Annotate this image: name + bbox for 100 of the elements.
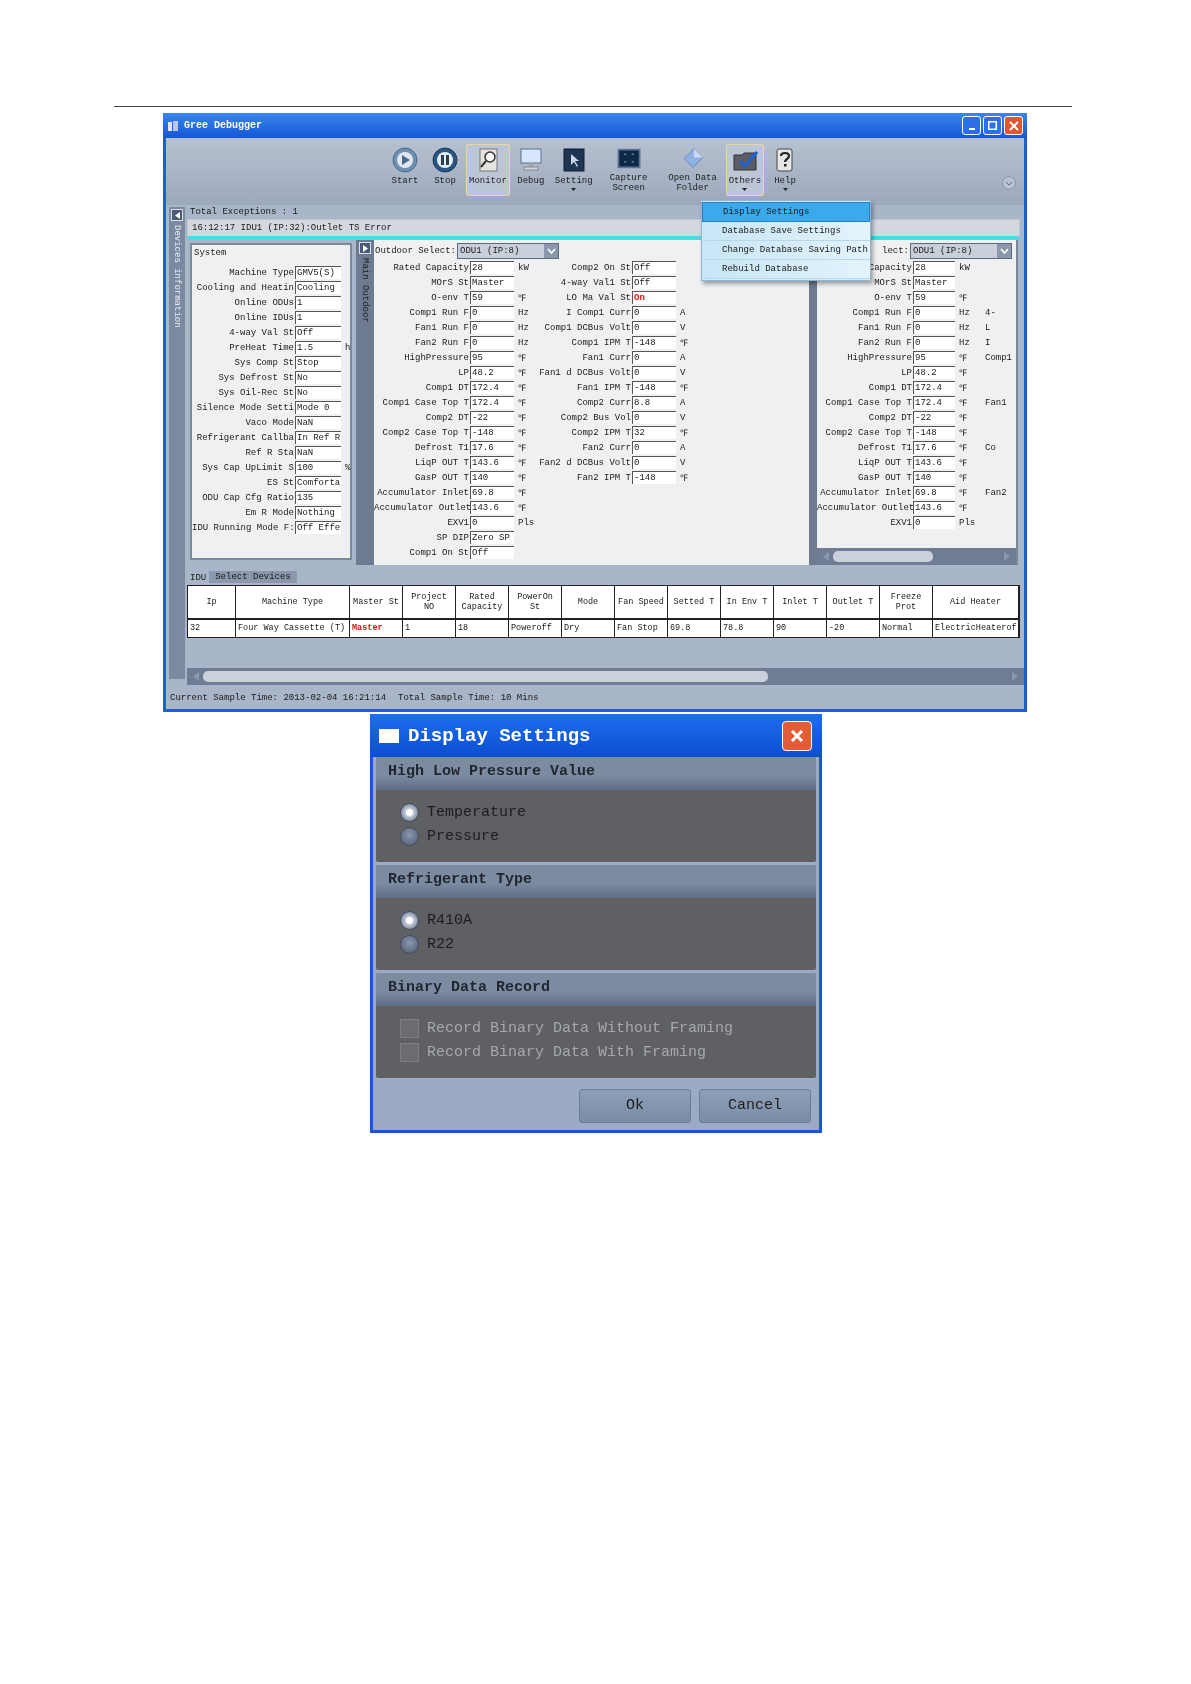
unit-label: ℉ <box>517 383 527 394</box>
option-label: Pressure <box>427 827 499 845</box>
column-header[interactable]: Mode <box>562 586 615 620</box>
minimize-button[interactable] <box>962 116 981 135</box>
toolbar-button[interactable]: Setting <box>551 144 596 196</box>
field-label: Defrost T1 <box>857 442 913 453</box>
column-header[interactable]: Outlet T <box>827 586 880 620</box>
field-label: Ref R Sta <box>244 447 295 458</box>
column-header[interactable]: Inlet T <box>774 586 827 620</box>
side-panel-tab[interactable]: Main Outdoor <box>356 240 374 565</box>
field-label: Defrost T1 <box>414 442 470 453</box>
radio-button[interactable] <box>400 934 419 954</box>
field-label: Fan1 Run F <box>857 322 913 333</box>
field-label: Comp1 Case Top T <box>824 397 913 408</box>
menu-item[interactable]: Rebuild Database <box>702 260 870 279</box>
option-label: R410A <box>427 911 472 929</box>
right-arrow-icon <box>1012 672 1018 681</box>
close-button[interactable] <box>1004 116 1023 135</box>
scrollbar-thumb[interactable] <box>833 551 933 562</box>
column-header[interactable]: Rated Capacity <box>456 586 509 620</box>
field-label: Comp2 IPM T <box>570 427 632 438</box>
value-field: 0 <box>913 321 955 334</box>
horizontal-scrollbar[interactable] <box>187 668 1024 685</box>
field-label: Comp1 DT <box>424 382 470 393</box>
tab[interactable]: Select Devices <box>209 571 297 583</box>
field-label: Machine Type <box>228 267 295 278</box>
field-label: MOrS St <box>873 277 913 288</box>
radio-button[interactable] <box>400 826 419 846</box>
field-label: Comp1 IPM T <box>570 337 632 348</box>
close-icon <box>1008 120 1019 131</box>
column-header[interactable]: Setted T <box>668 586 721 620</box>
value-field: No <box>295 386 341 399</box>
field-label: HighPressure <box>846 352 913 363</box>
close-button[interactable] <box>782 720 812 751</box>
column-header[interactable]: Machine Type <box>236 586 350 620</box>
value-field: 172.4 <box>470 381 514 394</box>
value-field: Master <box>470 276 514 289</box>
value-field: 0 <box>470 336 514 349</box>
field-label: Comp2 Curr <box>576 397 632 408</box>
radio-button[interactable] <box>400 910 419 930</box>
column-header[interactable]: Master St <box>350 586 403 620</box>
chevron-down-icon <box>999 247 1009 254</box>
column-header[interactable]: Project NO <box>403 586 456 620</box>
value-field: -148 <box>632 336 676 349</box>
toolbar-button[interactable]: Start <box>386 144 424 196</box>
menu-item[interactable]: Database Save Settings <box>702 222 870 241</box>
unit-label: Hz <box>958 307 971 318</box>
unit-label: ℉ <box>679 338 689 349</box>
expand-panel-button[interactable] <box>359 242 371 254</box>
value-field: Off <box>632 261 676 274</box>
dialog-button[interactable]: Cancel <box>699 1088 811 1123</box>
toolbar-button[interactable]: Debug <box>511 144 550 196</box>
left-arrow-icon <box>174 211 180 219</box>
field-label: ODU Cap Cfg Ratio <box>201 492 295 503</box>
unit-label: ℉ <box>958 458 968 469</box>
dropdown-field[interactable]: ODU1 (IP:8) <box>910 242 1012 259</box>
unit-label: ℉ <box>517 443 527 454</box>
unit-label: Hz <box>517 307 530 318</box>
value-field: NaN <box>295 446 341 459</box>
value-field: 172.4 <box>470 396 514 409</box>
field-label: Fan1 Run F <box>414 322 470 333</box>
maximize-button[interactable] <box>983 116 1002 135</box>
toolbar-button[interactable]: Open Data Folder <box>661 144 724 196</box>
toolbar-button[interactable]: Stop <box>426 144 464 196</box>
scrollbar-thumb[interactable] <box>203 671 768 682</box>
unit-label: ℉ <box>958 473 968 484</box>
column-header[interactable]: Fan Speed <box>615 586 668 620</box>
field-label: Em R Mode <box>244 507 295 518</box>
unit-label: Pls <box>958 517 977 528</box>
horizontal-scrollbar[interactable] <box>817 548 1016 565</box>
field-label: Fan2 <box>984 487 1008 498</box>
unit-label: ℉ <box>958 413 968 424</box>
table-cell: -20 <box>827 620 880 637</box>
value-field: -148 <box>632 381 676 394</box>
toolbar-button[interactable]: Others <box>725 144 765 196</box>
field-label: 4-way Val St <box>228 327 295 338</box>
menu-item[interactable]: Display Settings <box>702 202 870 222</box>
menu-item[interactable]: Change Database Saving Path <box>702 241 870 260</box>
toolbar-button[interactable]: Monitor <box>466 144 510 196</box>
value-field: In Ref R <box>295 431 341 444</box>
expand-button[interactable] <box>1002 176 1016 190</box>
radio-button[interactable] <box>400 802 419 822</box>
column-header[interactable]: Ip <box>188 586 236 620</box>
dialog-button[interactable]: Ok <box>579 1088 691 1123</box>
table-cell: Fan Stop <box>615 620 668 637</box>
collapse-button[interactable] <box>171 209 183 221</box>
unit-label: ℉ <box>958 428 968 439</box>
column-header[interactable]: Freeze Prot <box>880 586 933 620</box>
column-header[interactable]: Aid Heater <box>933 586 1019 620</box>
dropdown-field[interactable]: ODU1 (IP:8) <box>457 242 559 259</box>
toolbar-button[interactable]: Help <box>766 144 805 196</box>
toolbar-button[interactable]: Capture Screen <box>597 144 660 196</box>
field-label: Comp2 Case Top T <box>824 427 913 438</box>
group-title: Binary Data Record <box>376 973 816 1006</box>
column-header[interactable]: PowerOn St <box>509 586 562 620</box>
field-label: Comp1 Case Top T <box>381 397 470 408</box>
value-field: 0 <box>632 456 676 469</box>
field-label: ES St <box>266 477 295 488</box>
column-header[interactable]: In Env T <box>721 586 774 620</box>
value-field: 32 <box>632 426 676 439</box>
